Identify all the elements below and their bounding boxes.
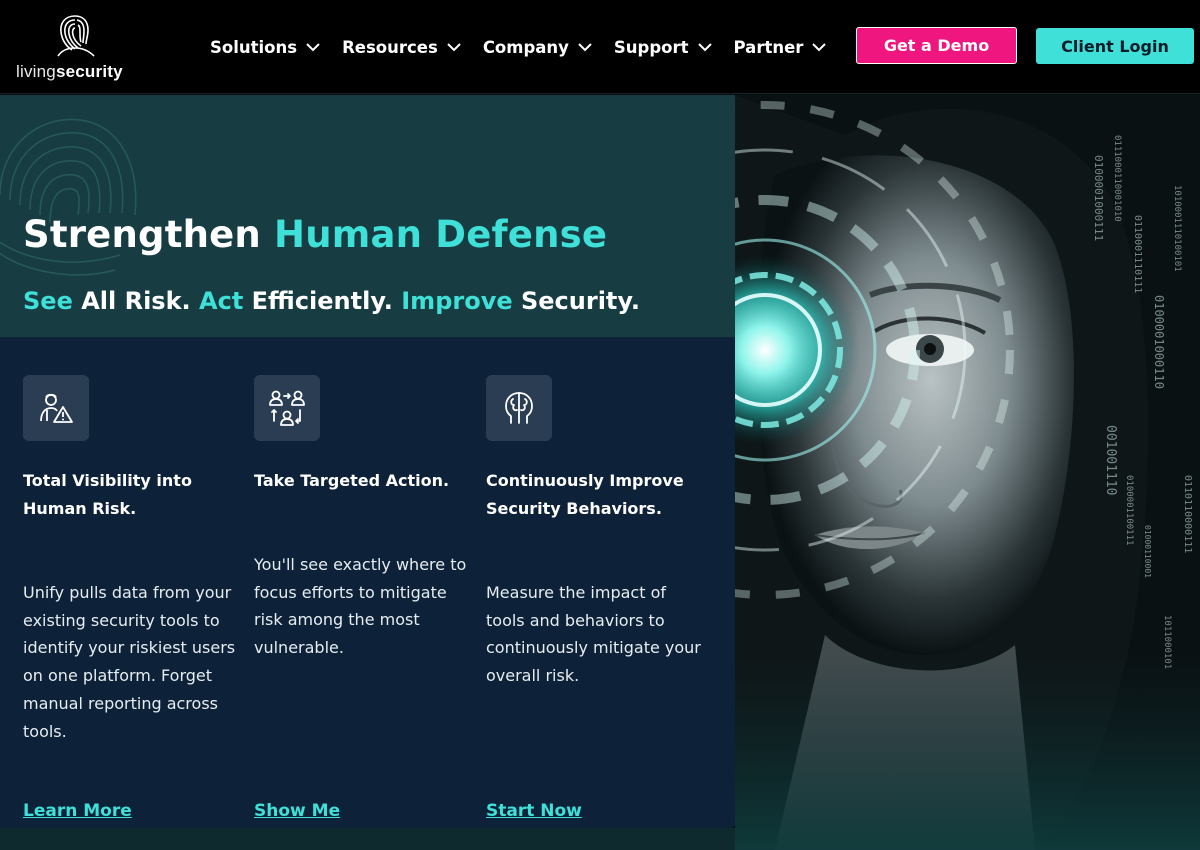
feature-icon-tile: [486, 375, 552, 441]
svg-text:1010001110100101: 1010001110100101: [1172, 185, 1182, 272]
section-bottom-strip: [0, 828, 735, 850]
fingerprint-decoration-icon: [0, 118, 137, 276]
feature-title: Take Targeted Action.: [254, 471, 450, 490]
main-nav: Solutions Resources Company Support Part…: [210, 34, 848, 60]
nav-label: Support: [613, 37, 689, 57]
tagline-see: See: [23, 287, 73, 315]
feature-visibility: Total Visibility into Human Risk. Unify …: [23, 375, 238, 821]
fingerprint-head-icon: [57, 15, 95, 57]
nav-item-support[interactable]: Support: [614, 34, 712, 60]
tagline-act: Act: [199, 287, 244, 315]
brain-profile-icon: [505, 392, 533, 424]
tagline-improve: Improve: [401, 287, 513, 315]
svg-text:0100001000110: 0100001000110: [1152, 295, 1166, 389]
feature-title: Total Visibility into Human Risk.: [23, 471, 192, 518]
living-security-logo[interactable]: livingsecurity: [16, 8, 134, 84]
logo-text-bold: security: [55, 62, 123, 81]
svg-text:0111000110001010: 0111000110001010: [1112, 135, 1122, 222]
users-exchange-icon: [269, 390, 305, 426]
chevron-down-icon: [697, 42, 712, 51]
face-scan-illustration: 0100001000111 0111000110001010 011000111…: [735, 95, 1200, 850]
svg-text:0110110000111: 0110110000111: [1182, 475, 1193, 553]
feature-title: Continuously Improve Security Behaviors.: [486, 471, 684, 518]
top-navbar: livingsecurity Solutions Resources Compa…: [0, 0, 1200, 94]
chevron-down-icon: [812, 42, 827, 51]
logo-wordmark: livingsecurity: [16, 62, 123, 82]
hero-heading-panel: Strengthen Human Defense See All Risk. A…: [0, 95, 735, 337]
svg-text:001001110: 001001110: [1103, 425, 1118, 495]
feature-description: You'll see exactly where to focus effort…: [254, 555, 467, 658]
hero-face-scan-image: 0100001000111 0111000110001010 011000111…: [735, 95, 1200, 850]
nav-label: Resources: [342, 37, 438, 57]
hero-title-plain: Strengthen: [23, 213, 275, 256]
svg-text:0100001000111: 0100001000111: [1092, 155, 1105, 241]
start-now-link[interactable]: Start Now: [486, 801, 582, 821]
feature-icon-tile: [254, 375, 320, 441]
nav-item-company[interactable]: Company: [483, 34, 592, 60]
nav-item-resources[interactable]: Resources: [342, 34, 461, 60]
feature-targeted-action: Take Targeted Action. You'll see exactly…: [254, 375, 469, 821]
hero-tagline: See All Risk. Act Efficiently. Improve S…: [23, 287, 640, 315]
learn-more-link[interactable]: Learn More: [23, 801, 132, 821]
client-login-button[interactable]: Client Login: [1036, 28, 1194, 64]
feature-description: Measure the impact of tools and behavior…: [486, 583, 701, 686]
nav-label: Company: [482, 37, 569, 57]
chevron-down-icon: [447, 42, 461, 51]
chevron-down-icon: [578, 42, 592, 51]
nav-item-solutions[interactable]: Solutions: [210, 34, 320, 60]
feature-improve-behaviors: Continuously Improve Security Behaviors.…: [486, 375, 701, 821]
chevron-down-icon: [306, 42, 320, 51]
nav-label: Partner: [733, 37, 804, 57]
tagline-security: Security.: [512, 287, 640, 315]
features-panel: Total Visibility into Human Risk. Unify …: [0, 337, 735, 828]
svg-text:0100001100111: 0100001100111: [1124, 475, 1134, 545]
tagline-efficiently: Efficiently.: [243, 287, 402, 315]
feature-icon-tile: [23, 375, 89, 441]
show-me-link[interactable]: Show Me: [254, 801, 340, 821]
tagline-all-risk: All Risk.: [72, 287, 200, 315]
get-demo-button[interactable]: Get a Demo: [856, 27, 1017, 64]
svg-text:0110001110111: 0110001110111: [1132, 215, 1143, 293]
user-warning-icon: [40, 393, 73, 423]
logo-text-light: living: [16, 62, 56, 81]
feature-description: Unify pulls data from your existing secu…: [23, 583, 236, 741]
hero-title-accent: Human Defense: [274, 213, 608, 256]
svg-text:01000110001: 01000110001: [1143, 525, 1152, 578]
nav-label: Solutions: [210, 37, 298, 57]
hero-title: Strengthen Human Defense: [23, 213, 607, 256]
nav-item-partner[interactable]: Partner: [734, 34, 827, 60]
